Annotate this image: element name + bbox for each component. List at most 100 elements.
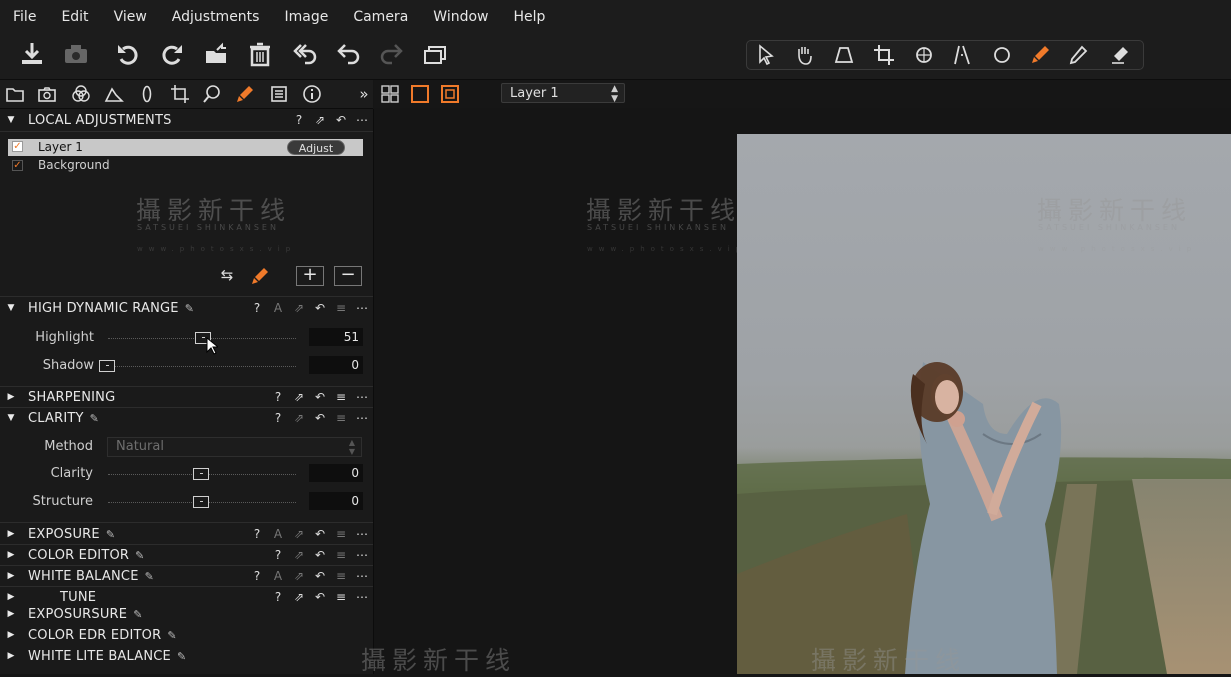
local-adjust-tab-icon[interactable] xyxy=(233,83,257,105)
reset-icon[interactable]: ↶ xyxy=(313,411,327,425)
clarity-slider-thumb[interactable] xyxy=(193,468,209,480)
collapse-triangle-icon[interactable]: ▼ xyxy=(2,115,20,125)
color-editor-header[interactable]: ▶ COLOR EDITOR ✎ ? ⇗ ↶ ≡ ⋯ xyxy=(0,545,373,565)
local-adjustments-header[interactable]: ▼ LOCAL ADJUSTMENTS ? ⇗ ↶ ⋯ xyxy=(0,110,373,130)
copy-apply-icon[interactable]: ⇗ xyxy=(292,548,306,562)
presets-icon[interactable]: ≡ xyxy=(334,301,348,315)
pointer-icon[interactable] xyxy=(749,43,783,67)
more-icon[interactable]: ⋯ xyxy=(355,548,369,562)
menu-edit[interactable]: Edit xyxy=(48,9,100,25)
rotate-right-icon[interactable] xyxy=(157,39,187,69)
menu-adjustments[interactable]: Adjustments xyxy=(159,9,272,25)
menu-camera[interactable]: Camera xyxy=(340,9,420,25)
shadow-slider-track[interactable] xyxy=(108,366,296,368)
folder-icon[interactable] xyxy=(3,83,27,105)
menu-view[interactable]: View xyxy=(101,9,159,25)
collapse-triangle-icon[interactable]: ▼ xyxy=(2,413,20,423)
presets-icon[interactable]: ≡ xyxy=(334,590,348,604)
brush-layer-icon[interactable] xyxy=(250,266,274,286)
highlight-value[interactable]: 51 xyxy=(309,328,363,346)
exposure-header[interactable]: ▶ EXPOSURE ✎ ? A ⇗ ↶ ≡ ⋯ xyxy=(0,524,373,544)
method-select[interactable]: Natural ▲ ▼ xyxy=(107,437,362,457)
camera-icon[interactable] xyxy=(61,39,91,69)
copy-apply-icon[interactable]: ⇗ xyxy=(292,390,306,404)
menu-image[interactable]: Image xyxy=(271,9,340,25)
multi-view-icon[interactable] xyxy=(438,83,462,105)
auto-icon[interactable]: A xyxy=(271,527,285,541)
white-balance-header[interactable]: ▶ WHITE BALANCE ✎ ? A ⇗ ↶ ≡ ⋯ xyxy=(0,566,373,586)
keystone-icon[interactable] xyxy=(827,43,861,67)
collapse-triangle-icon[interactable]: ▼ xyxy=(2,303,20,313)
menu-file[interactable]: File xyxy=(0,9,48,25)
hdr-header[interactable]: ▼ HIGH DYNAMIC RANGE ✎ ? A ⇗ ↶ ≡ ⋯ xyxy=(0,298,373,318)
lens-tab-icon[interactable] xyxy=(102,83,126,105)
spot-icon[interactable] xyxy=(985,43,1019,67)
checkbox[interactable]: ✓ xyxy=(12,141,23,152)
undo-all-icon[interactable] xyxy=(289,39,319,69)
reset-icon[interactable]: ↶ xyxy=(313,301,327,315)
color-circles-icon[interactable] xyxy=(69,83,93,105)
add-layer-button[interactable]: + xyxy=(296,266,324,286)
sharpening-header[interactable]: ▶ SHARPENING ? ⇗ ↶ ≡ ⋯ xyxy=(0,387,373,407)
shadow-slider-thumb[interactable] xyxy=(99,360,115,372)
presets-icon[interactable]: ≡ xyxy=(334,411,348,425)
more-icon[interactable]: ⋯ xyxy=(355,390,369,404)
eraser-icon[interactable] xyxy=(1103,43,1137,67)
expand-triangle-icon[interactable]: ▶ xyxy=(2,392,20,402)
more-icon[interactable]: ⋯ xyxy=(355,590,369,604)
rotate-tool-icon[interactable] xyxy=(907,43,941,67)
search-icon[interactable] xyxy=(200,83,224,105)
copy-apply-icon[interactable]: ⇗ xyxy=(313,113,327,127)
reset-icon[interactable]: ↶ xyxy=(313,390,327,404)
undo-icon[interactable] xyxy=(333,39,363,69)
layer-select[interactable]: Layer 1 ▲ ▼ xyxy=(501,83,625,104)
copy-apply-icon[interactable]: ⇗ xyxy=(292,590,306,604)
presets-icon[interactable]: ≡ xyxy=(334,527,348,541)
help-icon[interactable]: ? xyxy=(271,390,285,404)
reset-icon[interactable]: ↶ xyxy=(334,113,348,127)
checkbox[interactable]: ✓ xyxy=(12,160,23,171)
crop-tab-icon[interactable] xyxy=(168,83,192,105)
help-icon[interactable]: ? xyxy=(271,590,285,604)
import-icon[interactable] xyxy=(17,39,47,69)
single-view-icon[interactable] xyxy=(408,83,432,105)
more-icon[interactable]: ⋯ xyxy=(355,411,369,425)
menu-window[interactable]: Window xyxy=(420,9,500,25)
copy-apply-icon[interactable]: ⇗ xyxy=(292,569,306,583)
crop-icon[interactable] xyxy=(867,43,901,67)
more-icon[interactable]: ⋯ xyxy=(355,301,369,315)
copy-apply-icon[interactable]: ⇗ xyxy=(292,301,306,315)
auto-icon[interactable]: A xyxy=(271,301,285,315)
rotate-left-icon[interactable] xyxy=(113,39,143,69)
help-icon[interactable]: ? xyxy=(271,548,285,562)
trash-icon[interactable] xyxy=(245,39,275,69)
structure-value[interactable]: 0 xyxy=(309,492,363,510)
variants-icon[interactable] xyxy=(421,39,451,69)
camera-tab-icon[interactable] xyxy=(35,83,59,105)
remove-layer-button[interactable]: − xyxy=(334,266,362,286)
more-icon[interactable]: ⋯ xyxy=(355,569,369,583)
brush-icon[interactable] xyxy=(1023,43,1057,67)
layer-options-icon[interactable]: ⇆ xyxy=(216,266,238,286)
picker-icon[interactable] xyxy=(1061,43,1095,67)
reset-icon[interactable]: ↶ xyxy=(313,569,327,583)
expand-triangle-icon[interactable]: ▶ xyxy=(2,571,20,581)
more-tabs-icon[interactable]: » xyxy=(352,83,376,105)
clarity-header[interactable]: ▼ CLARITY ✎ ? ⇗ ↶ ≡ ⋯ xyxy=(0,408,373,428)
help-icon[interactable]: ? xyxy=(292,113,306,127)
redo-icon[interactable] xyxy=(377,39,407,69)
more-icon[interactable]: ⋯ xyxy=(355,527,369,541)
more-icon[interactable]: ⋯ xyxy=(355,113,369,127)
layer-row-selected[interactable]: ✓ Layer 1 Adjust xyxy=(8,139,363,156)
help-icon[interactable]: ? xyxy=(250,569,264,583)
presets-icon[interactable]: ≡ xyxy=(334,390,348,404)
help-icon[interactable]: ? xyxy=(250,527,264,541)
reset-icon[interactable]: ↶ xyxy=(313,548,327,562)
info-tab-icon[interactable] xyxy=(300,83,324,105)
metadata-tab-icon[interactable] xyxy=(267,83,291,105)
expand-triangle-icon[interactable]: ▶ xyxy=(2,592,20,602)
expand-triangle-icon[interactable]: ▶ xyxy=(2,550,20,560)
exposure-tab-icon[interactable] xyxy=(135,83,159,105)
export-icon[interactable] xyxy=(201,39,231,69)
layer-row[interactable]: ✓ Background xyxy=(8,158,363,175)
